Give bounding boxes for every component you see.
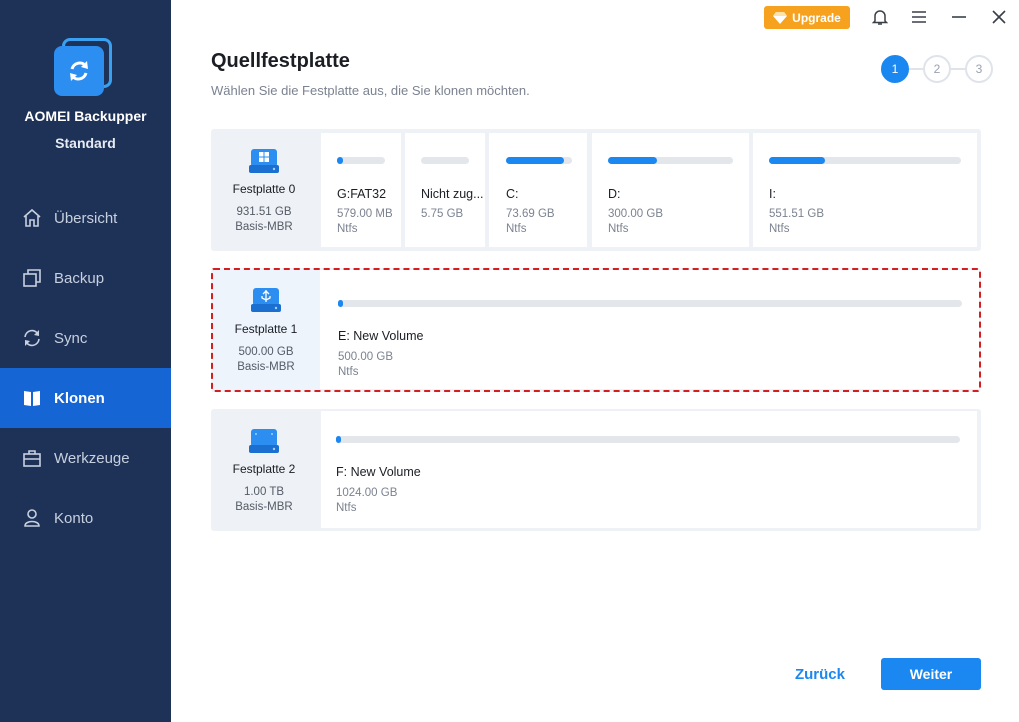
toolbox-icon	[22, 448, 42, 468]
partition-card[interactable]: E: New Volume 500.00 GB Ntfs	[320, 270, 979, 389]
sidebar: AOMEI Backupper Standard Übersicht Backu…	[0, 0, 171, 722]
user-icon	[22, 508, 42, 528]
partition-size: 300.00 GB	[608, 208, 663, 220]
partition-size: 5.75 GB	[421, 208, 464, 220]
partition-size: 551.51 GB	[769, 208, 824, 220]
usage-bar	[506, 157, 572, 164]
disk-name: Festplatte 2	[232, 462, 296, 476]
partition-fs: Ntfs	[506, 223, 527, 235]
disk-type: Basis-MBR	[235, 501, 293, 513]
sidebar-item-label: Sync	[54, 329, 88, 347]
step-3: 3	[965, 55, 993, 83]
sidebar-item-label: Werkzeuge	[54, 449, 130, 467]
disk-info: Festplatte 2 1.00 TB Basis-MBR	[211, 409, 317, 531]
step-indicator: 1 2 3	[881, 55, 993, 83]
sidebar-item-backup[interactable]: Backup	[0, 248, 171, 308]
disk-size: 1.00 TB	[243, 486, 285, 498]
partition-size: 1024.00 GB	[336, 487, 398, 499]
usage-bar	[421, 157, 469, 164]
partition-card[interactable]: D: 300.00 GB Ntfs	[592, 133, 749, 247]
disk-name: Festplatte 0	[232, 182, 296, 196]
usage-bar	[336, 436, 960, 443]
partition-card[interactable]: G:FAT32 579.00 MB Ntfs	[321, 133, 401, 247]
disk-type: Basis-MBR	[237, 361, 295, 373]
partition-card[interactable]: C: 73.69 GB Ntfs	[489, 133, 587, 247]
disk-row-2[interactable]: Festplatte 2 1.00 TB Basis-MBR F: New Vo…	[211, 409, 981, 531]
sidebar-item-label: Klonen	[54, 389, 105, 407]
disk-size: 931.51 GB	[236, 206, 292, 218]
usage-bar	[769, 157, 961, 164]
disk-type: Basis-MBR	[235, 221, 293, 233]
sidebar-item-label: Übersicht	[54, 209, 118, 227]
sidebar-nav: Übersicht Backup Sync Klonen Werkzeuge K…	[0, 188, 171, 548]
app-edition: Standard	[55, 135, 116, 151]
usage-bar	[337, 157, 385, 164]
partition-fs: Ntfs	[769, 223, 790, 235]
partition-label: Nicht zug...	[421, 187, 484, 201]
disk-row-0[interactable]: Festplatte 0 931.51 GB Basis-MBR G:FAT32…	[211, 129, 981, 251]
partition-fs: Ntfs	[336, 502, 357, 514]
partition-label: G:FAT32	[337, 187, 387, 201]
disk-info: Festplatte 0 931.51 GB Basis-MBR	[211, 129, 317, 251]
partition-label: F: New Volume	[336, 465, 421, 479]
diamond-icon	[773, 11, 788, 24]
close-icon[interactable]	[989, 7, 1009, 27]
usage-bar	[608, 157, 733, 164]
partition-label: D:	[608, 187, 621, 201]
upgrade-button[interactable]: Upgrade	[764, 6, 850, 29]
sidebar-item-label: Backup	[54, 269, 105, 287]
bell-icon[interactable]	[870, 7, 890, 27]
page-subtitle: Wählen Sie die Festplatte aus, die Sie k…	[211, 83, 530, 98]
sync-icon	[22, 328, 42, 348]
partition-card[interactable]: F: New Volume 1024.00 GB Ntfs	[321, 411, 977, 528]
sidebar-item-uebersicht[interactable]: Übersicht	[0, 188, 171, 248]
disk-name: Festplatte 1	[234, 322, 298, 336]
partition-card[interactable]: I: 551.51 GB Ntfs	[753, 133, 977, 247]
disk-row-1[interactable]: Festplatte 1 500.00 GB Basis-MBR E: New …	[211, 268, 981, 392]
sidebar-item-werkzeuge[interactable]: Werkzeuge	[0, 428, 171, 488]
sidebar-item-konto[interactable]: Konto	[0, 488, 171, 548]
disk-size: 500.00 GB	[238, 346, 294, 358]
partition-fs: Ntfs	[338, 366, 359, 378]
sidebar-item-label: Konto	[54, 509, 94, 527]
backup-icon	[22, 268, 42, 288]
partition-label: I:	[769, 187, 776, 201]
partition-size: 500.00 GB	[338, 351, 393, 363]
sidebar-item-klonen[interactable]: Klonen	[0, 368, 171, 428]
partition-card[interactable]: Nicht zug... 5.75 GB	[405, 133, 485, 247]
disk-info: Festplatte 1 500.00 GB Basis-MBR	[213, 270, 319, 390]
page-title: Quellfestplatte	[211, 50, 350, 72]
minimize-icon[interactable]	[949, 7, 969, 27]
partition-size: 579.00 MB	[337, 208, 393, 220]
partition-fs: Ntfs	[608, 223, 629, 235]
upgrade-label: Upgrade	[792, 10, 841, 25]
disk-icon	[249, 429, 279, 453]
menu-icon[interactable]	[909, 7, 929, 27]
clone-icon	[22, 388, 42, 408]
windows-disk-icon	[249, 149, 279, 173]
app-window: AOMEI Backupper Standard Übersicht Backu…	[0, 0, 1019, 722]
app-logo-icon	[54, 38, 114, 98]
home-icon	[22, 208, 42, 228]
partition-size: 73.69 GB	[506, 208, 555, 220]
usb-disk-icon	[251, 288, 281, 312]
app-name: AOMEI Backupper	[24, 108, 147, 124]
step-1: 1	[881, 55, 909, 83]
back-button[interactable]: Zurück	[787, 659, 853, 690]
partition-fs: Ntfs	[337, 223, 358, 235]
sidebar-item-sync[interactable]: Sync	[0, 308, 171, 368]
next-button[interactable]: Weiter	[881, 658, 981, 690]
partition-label: C:	[506, 187, 519, 201]
usage-bar	[338, 300, 962, 307]
step-2: 2	[923, 55, 951, 83]
partition-label: E: New Volume	[338, 329, 424, 343]
